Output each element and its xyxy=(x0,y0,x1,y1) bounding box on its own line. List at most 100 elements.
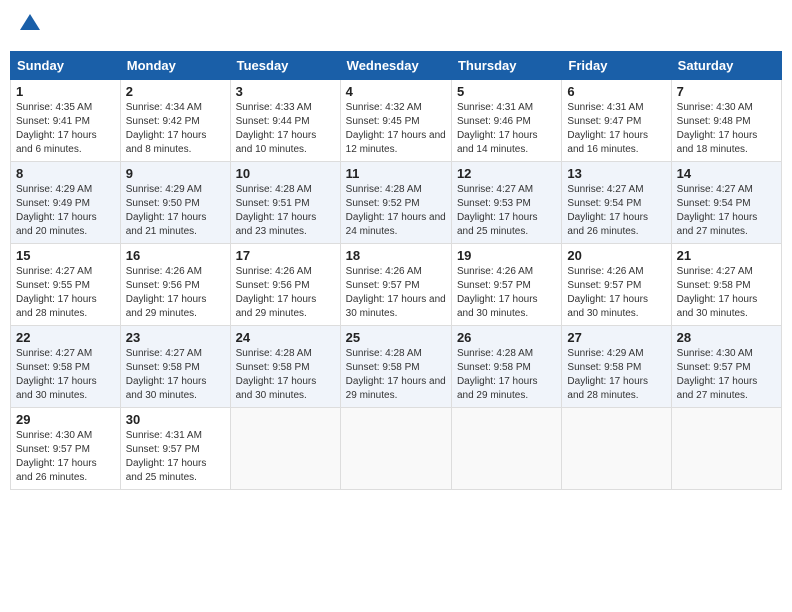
day-number: 27 xyxy=(567,330,665,345)
calendar-cell: 30 Sunrise: 4:31 AMSunset: 9:57 PMDayligh… xyxy=(120,407,230,489)
cell-info: Sunrise: 4:27 AMSunset: 9:54 PMDaylight:… xyxy=(567,183,665,239)
calendar-cell: 19 Sunrise: 4:26 AMSunset: 9:57 PMDayligh… xyxy=(451,243,561,325)
calendar-cell xyxy=(451,407,561,489)
cell-info: Sunrise: 4:28 AMSunset: 9:51 PMDaylight:… xyxy=(236,183,335,239)
cell-info: Sunrise: 4:27 AMSunset: 9:58 PMDaylight:… xyxy=(16,347,115,403)
calendar-cell: 15 Sunrise: 4:27 AMSunset: 9:55 PMDayligh… xyxy=(11,243,121,325)
calendar-week-1: 1Sunrise: 4:35 AMSunset: 9:41 PMDaylight… xyxy=(11,79,782,161)
calendar-header-saturday: Saturday xyxy=(671,51,781,79)
day-number: 30 xyxy=(126,412,225,427)
calendar-header-friday: Friday xyxy=(562,51,671,79)
day-number: 21 xyxy=(677,248,776,263)
cell-info: Sunrise: 4:27 AMSunset: 9:58 PMDaylight:… xyxy=(126,347,225,403)
cell-info: Sunrise: 4:28 AMSunset: 9:58 PMDaylight:… xyxy=(236,347,335,403)
cell-info: Sunrise: 4:31 AMSunset: 9:57 PMDaylight:… xyxy=(126,429,225,485)
day-number: 20 xyxy=(567,248,665,263)
cell-info: Sunrise: 4:27 AMSunset: 9:54 PMDaylight:… xyxy=(677,183,776,239)
calendar-cell: 4 Sunrise: 4:32 AMSunset: 9:45 PMDaylight… xyxy=(340,79,451,161)
cell-info: Sunrise: 4:27 AMSunset: 9:55 PMDaylight:… xyxy=(16,265,115,321)
cell-info: Sunrise: 4:31 AMSunset: 9:47 PMDaylight:… xyxy=(567,101,665,157)
cell-info: Sunrise: 4:30 AMSunset: 9:48 PMDaylight:… xyxy=(677,101,776,157)
calendar-cell: 9 Sunrise: 4:29 AMSunset: 9:50 PMDaylight… xyxy=(120,161,230,243)
day-number: 2 xyxy=(126,84,225,99)
calendar-week-4: 22 Sunrise: 4:27 AMSunset: 9:58 PMDayligh… xyxy=(11,325,782,407)
day-number: 12 xyxy=(457,166,556,181)
calendar-cell: 20Sunrise: 4:26 AMSunset: 9:57 PMDayligh… xyxy=(562,243,671,325)
day-number: 14 xyxy=(677,166,776,181)
cell-info: Sunrise: 4:34 AMSunset: 9:42 PMDaylight:… xyxy=(126,101,225,157)
calendar-cell xyxy=(340,407,451,489)
calendar-header-row: SundayMondayTuesdayWednesdayThursdayFrid… xyxy=(11,51,782,79)
day-number: 11 xyxy=(346,166,446,181)
cell-info: Sunrise: 4:26 AMSunset: 9:57 PMDaylight:… xyxy=(346,265,446,321)
logo-icon xyxy=(16,10,44,38)
day-number: 5 xyxy=(457,84,556,99)
day-number: 4 xyxy=(346,84,446,99)
calendar-cell: 14 Sunrise: 4:27 AMSunset: 9:54 PMDayligh… xyxy=(671,161,781,243)
day-number: 13 xyxy=(567,166,665,181)
cell-info: Sunrise: 4:29 AMSunset: 9:49 PMDaylight:… xyxy=(16,183,115,239)
cell-info: Sunrise: 4:26 AMSunset: 9:56 PMDaylight:… xyxy=(126,265,225,321)
calendar-cell: 7Sunrise: 4:30 AMSunset: 9:48 PMDaylight… xyxy=(671,79,781,161)
calendar-cell: 25 Sunrise: 4:28 AMSunset: 9:58 PMDayligh… xyxy=(340,325,451,407)
cell-info: Sunrise: 4:30 AMSunset: 9:57 PMDaylight:… xyxy=(677,347,776,403)
day-number: 29 xyxy=(16,412,115,427)
calendar-header-thursday: Thursday xyxy=(451,51,561,79)
calendar-header-tuesday: Tuesday xyxy=(230,51,340,79)
calendar-cell: 28 Sunrise: 4:30 AMSunset: 9:57 PMDayligh… xyxy=(671,325,781,407)
calendar-cell xyxy=(562,407,671,489)
day-number: 8 xyxy=(16,166,115,181)
day-number: 3 xyxy=(236,84,335,99)
calendar-table: SundayMondayTuesdayWednesdayThursdayFrid… xyxy=(10,51,782,490)
cell-info: Sunrise: 4:31 AMSunset: 9:46 PMDaylight:… xyxy=(457,101,556,157)
calendar-header-wednesday: Wednesday xyxy=(340,51,451,79)
calendar-cell: 17 Sunrise: 4:26 AMSunset: 9:56 PMDayligh… xyxy=(230,243,340,325)
calendar-cell: 24 Sunrise: 4:28 AMSunset: 9:58 PMDayligh… xyxy=(230,325,340,407)
cell-info: Sunrise: 4:28 AMSunset: 9:58 PMDaylight:… xyxy=(457,347,556,403)
calendar-cell: 6Sunrise: 4:31 AMSunset: 9:47 PMDaylight… xyxy=(562,79,671,161)
calendar-cell: 8 Sunrise: 4:29 AMSunset: 9:49 PMDaylight… xyxy=(11,161,121,243)
cell-info: Sunrise: 4:35 AMSunset: 9:41 PMDaylight:… xyxy=(16,101,115,157)
day-number: 28 xyxy=(677,330,776,345)
cell-info: Sunrise: 4:27 AMSunset: 9:53 PMDaylight:… xyxy=(457,183,556,239)
calendar-cell: 21 Sunrise: 4:27 AMSunset: 9:58 PMDayligh… xyxy=(671,243,781,325)
logo xyxy=(14,10,44,43)
day-number: 16 xyxy=(126,248,225,263)
calendar-cell xyxy=(230,407,340,489)
calendar-header-monday: Monday xyxy=(120,51,230,79)
day-number: 17 xyxy=(236,248,335,263)
calendar-cell: 13 Sunrise: 4:27 AMSunset: 9:54 PMDayligh… xyxy=(562,161,671,243)
cell-info: Sunrise: 4:28 AMSunset: 9:52 PMDaylight:… xyxy=(346,183,446,239)
calendar-cell xyxy=(671,407,781,489)
calendar-cell: 23 Sunrise: 4:27 AMSunset: 9:58 PMDayligh… xyxy=(120,325,230,407)
calendar-cell: 22 Sunrise: 4:27 AMSunset: 9:58 PMDayligh… xyxy=(11,325,121,407)
day-number: 25 xyxy=(346,330,446,345)
cell-info: Sunrise: 4:28 AMSunset: 9:58 PMDaylight:… xyxy=(346,347,446,403)
calendar-cell: 12 Sunrise: 4:27 AMSunset: 9:53 PMDayligh… xyxy=(451,161,561,243)
calendar-cell: 5 Sunrise: 4:31 AMSunset: 9:46 PMDaylight… xyxy=(451,79,561,161)
calendar-week-2: 8 Sunrise: 4:29 AMSunset: 9:49 PMDaylight… xyxy=(11,161,782,243)
calendar-header-sunday: Sunday xyxy=(11,51,121,79)
day-number: 24 xyxy=(236,330,335,345)
calendar-cell: 27Sunrise: 4:29 AMSunset: 9:58 PMDayligh… xyxy=(562,325,671,407)
calendar-cell: 2 Sunrise: 4:34 AMSunset: 9:42 PMDaylight… xyxy=(120,79,230,161)
cell-info: Sunrise: 4:32 AMSunset: 9:45 PMDaylight:… xyxy=(346,101,446,157)
day-number: 23 xyxy=(126,330,225,345)
day-number: 9 xyxy=(126,166,225,181)
cell-info: Sunrise: 4:29 AMSunset: 9:50 PMDaylight:… xyxy=(126,183,225,239)
calendar-cell: 10 Sunrise: 4:28 AMSunset: 9:51 PMDayligh… xyxy=(230,161,340,243)
calendar-week-5: 29Sunrise: 4:30 AMSunset: 9:57 PMDayligh… xyxy=(11,407,782,489)
day-number: 19 xyxy=(457,248,556,263)
day-number: 15 xyxy=(16,248,115,263)
day-number: 22 xyxy=(16,330,115,345)
calendar-week-3: 15 Sunrise: 4:27 AMSunset: 9:55 PMDayligh… xyxy=(11,243,782,325)
calendar-cell: 1Sunrise: 4:35 AMSunset: 9:41 PMDaylight… xyxy=(11,79,121,161)
day-number: 18 xyxy=(346,248,446,263)
cell-info: Sunrise: 4:26 AMSunset: 9:57 PMDaylight:… xyxy=(457,265,556,321)
calendar-cell: 18 Sunrise: 4:26 AMSunset: 9:57 PMDayligh… xyxy=(340,243,451,325)
cell-info: Sunrise: 4:27 AMSunset: 9:58 PMDaylight:… xyxy=(677,265,776,321)
page-header xyxy=(10,10,782,43)
cell-info: Sunrise: 4:26 AMSunset: 9:56 PMDaylight:… xyxy=(236,265,335,321)
day-number: 26 xyxy=(457,330,556,345)
day-number: 10 xyxy=(236,166,335,181)
